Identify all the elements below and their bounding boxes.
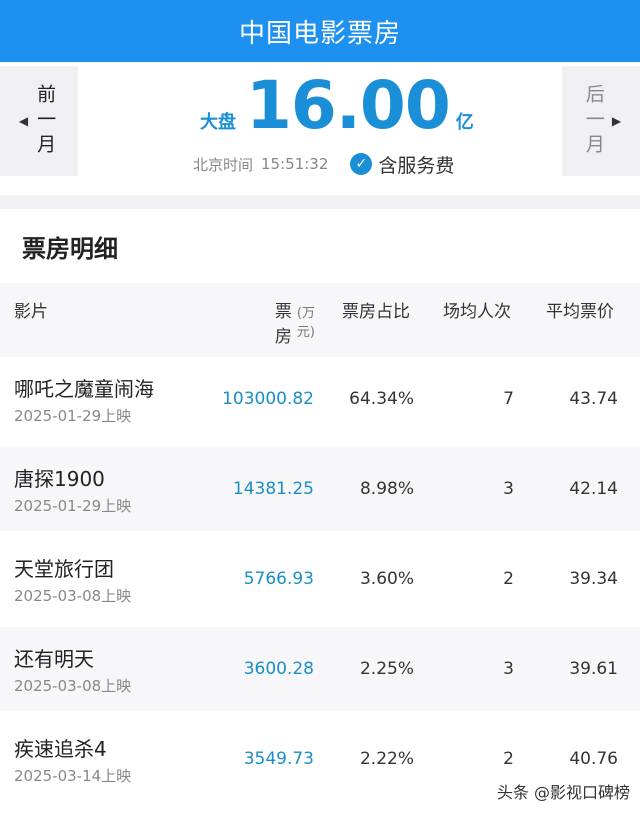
film-name: 哪吒之魔童闹海 (14, 377, 154, 401)
film-share: 64.34% (349, 389, 414, 409)
film-name: 唐探1900 (14, 467, 105, 491)
film-avg-people: 2 (503, 749, 514, 769)
time-value: 15:51:32 (261, 155, 329, 173)
prev-month-button[interactable]: ◀ 前一月 (0, 66, 78, 176)
film-name: 天堂旅行团 (14, 557, 114, 581)
table-row[interactable]: 唐探1900 2025-01-29上映 14381.25 8.98% 3 42.… (0, 447, 640, 531)
arrow-left-icon: ◀ (18, 114, 29, 128)
film-avg-price: 43.74 (569, 389, 618, 409)
gross-label: 大盘 (200, 112, 236, 133)
film-avg-people: 2 (503, 569, 514, 589)
column-avg-price[interactable]: 平均票价 (546, 297, 614, 322)
service-fee-label: 含服务费 (378, 154, 455, 177)
next-month-button[interactable]: 后一月 ▶ (562, 66, 640, 176)
film-avg-people: 7 (503, 389, 514, 409)
table-header: 影片 票房 (万元) 票房占比 场均人次 平均票价 (0, 283, 640, 357)
film-release: 2025-01-29上映 (14, 407, 132, 425)
film-avg-price: 42.14 (569, 479, 618, 499)
film-release: 2025-03-08上映 (14, 677, 132, 695)
box-office-detail: 票房明细 影片 票房 (万元) 票房占比 场均人次 平均票价 哪吒之魔童闹海 2… (0, 209, 640, 813)
table-row[interactable]: 天堂旅行团 2025-03-08上映 5766.93 3.60% 2 39.34 (0, 537, 640, 621)
film-share: 8.98% (359, 479, 414, 499)
film-avg-price: 39.34 (569, 569, 618, 589)
column-gross-label: 票房 (274, 302, 292, 347)
film-release: 2025-01-29上映 (14, 497, 132, 515)
service-fee-toggle[interactable]: ✓ 含服务费 (350, 151, 454, 178)
film-share: 3.60% (359, 569, 414, 589)
check-icon: ✓ (350, 153, 373, 175)
app-header: 中国电影票房 (0, 0, 640, 62)
time-row: 北京时间 15:51:32 ✓ 含服务费 (193, 150, 454, 178)
film-release: 2025-03-08上映 (14, 587, 132, 605)
column-avg-people[interactable]: 场均人次 (443, 297, 511, 322)
table-row[interactable]: 还有明天 2025-03-08上映 3600.28 2.25% 3 39.61 (0, 627, 640, 711)
gross-value: 16.00 (246, 67, 451, 144)
film-release: 2025-03-14上映 (14, 767, 132, 785)
film-gross: 3549.73 (243, 749, 314, 769)
film-name: 疾速追杀4 (14, 737, 107, 761)
arrow-right-icon: ▶ (611, 114, 622, 128)
film-gross: 103000.82 (222, 389, 314, 409)
next-month-label: 后一月 (582, 83, 605, 159)
column-film: 影片 (14, 302, 48, 322)
film-name: 还有明天 (14, 647, 94, 671)
film-avg-price: 40.76 (569, 749, 618, 769)
gross-unit: 亿 (455, 112, 474, 133)
watermark: 头条 @影视口碑榜 (496, 783, 630, 802)
page-title: 中国电影票房 (238, 18, 401, 49)
prev-month-label: 前一月 (34, 83, 57, 159)
film-gross: 14381.25 (232, 479, 314, 499)
column-share[interactable]: 票房占比 (342, 297, 410, 322)
total-gross: 大盘 16.00 亿 (200, 68, 474, 144)
section-title: 票房明细 (22, 235, 118, 263)
film-avg-people: 3 (503, 659, 514, 679)
column-gross-unit: (万元) (296, 306, 315, 340)
film-gross: 3600.28 (243, 659, 314, 679)
box-office-summary: ◀ 前一月 大盘 16.00 亿 北京时间 15:51:32 ✓ 含服务费 后一… (0, 62, 640, 195)
film-avg-price: 39.61 (569, 659, 618, 679)
film-avg-people: 3 (503, 479, 514, 499)
time-label: 北京时间 (193, 155, 254, 174)
table-row[interactable]: 哪吒之魔童闹海 2025-01-29上映 103000.82 64.34% 7 … (0, 357, 640, 441)
film-share: 2.22% (359, 749, 414, 769)
film-gross: 5766.93 (243, 569, 314, 589)
film-share: 2.25% (359, 659, 414, 679)
